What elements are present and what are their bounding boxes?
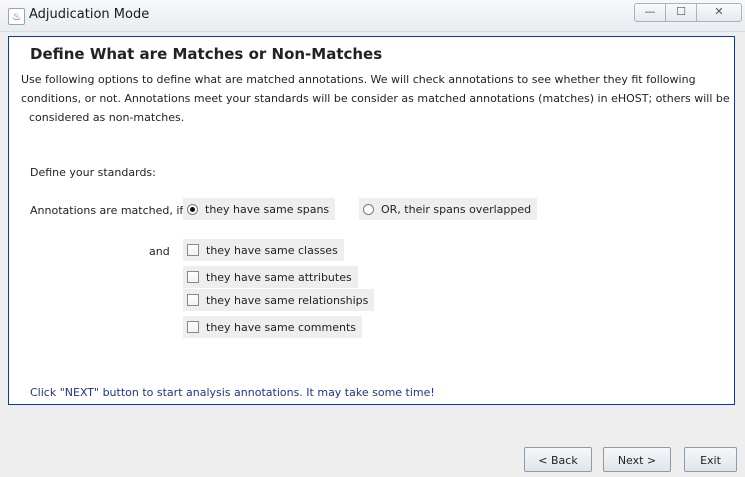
radio-spans-overlapped-label: OR, their spans overlapped bbox=[381, 202, 532, 216]
and-label: and bbox=[149, 245, 170, 258]
checkbox-same-classes-label: they have same classes bbox=[206, 243, 338, 257]
description-line-3: considered as non-matches. bbox=[29, 111, 185, 124]
description-line-1: Use following options to define what are… bbox=[21, 73, 696, 86]
minimize-button[interactable]: — bbox=[634, 3, 666, 22]
java-app-icon: ♨ bbox=[8, 8, 25, 25]
footer-note: Click "NEXT" button to start analysis an… bbox=[30, 386, 435, 399]
checkbox-box bbox=[187, 294, 199, 306]
checkbox-same-comments-label: they have same comments bbox=[206, 320, 356, 334]
radio-spans-overlapped[interactable]: OR, their spans overlapped bbox=[359, 198, 538, 220]
checkbox-same-attributes[interactable]: they have same attributes bbox=[183, 266, 358, 288]
description-text: Use following options to define what are… bbox=[21, 70, 730, 127]
checkbox-box bbox=[187, 271, 199, 283]
radio-same-spans[interactable]: they have same spans bbox=[183, 198, 336, 220]
checkbox-box bbox=[187, 321, 199, 333]
radio-same-spans-label: they have same spans bbox=[205, 202, 330, 216]
title-bar: ♨ Adjudication Mode — ☐ ✕ bbox=[0, 0, 745, 32]
checkbox-box bbox=[187, 244, 199, 256]
standards-label: Define your standards: bbox=[30, 166, 156, 179]
matched-if-label: Annotations are matched, if bbox=[30, 204, 184, 217]
panel-heading: Define What are Matches or Non-Matches bbox=[30, 45, 383, 63]
exit-button[interactable]: Exit bbox=[684, 447, 737, 472]
checkbox-same-relationships[interactable]: they have same relationships bbox=[183, 289, 375, 311]
window-title: Adjudication Mode bbox=[29, 7, 150, 22]
checkbox-same-attributes-label: they have same attributes bbox=[206, 270, 352, 284]
maximize-button[interactable]: ☐ bbox=[665, 3, 697, 22]
radio-unselected-indicator bbox=[363, 203, 374, 215]
matches-definition-panel: Define What are Matches or Non-Matches U… bbox=[8, 36, 735, 405]
checkbox-same-relationships-label: they have same relationships bbox=[206, 293, 369, 307]
close-button[interactable]: ✕ bbox=[696, 3, 742, 22]
checkbox-same-comments[interactable]: they have same comments bbox=[183, 316, 362, 338]
back-button[interactable]: < Back bbox=[524, 447, 592, 472]
next-button[interactable]: Next > bbox=[603, 447, 671, 472]
checkbox-same-classes[interactable]: they have same classes bbox=[183, 239, 344, 261]
window-controls: — ☐ ✕ bbox=[634, 3, 742, 22]
radio-selected-indicator bbox=[187, 203, 198, 215]
description-line-2: conditions, or not. Annotations meet you… bbox=[21, 92, 730, 105]
